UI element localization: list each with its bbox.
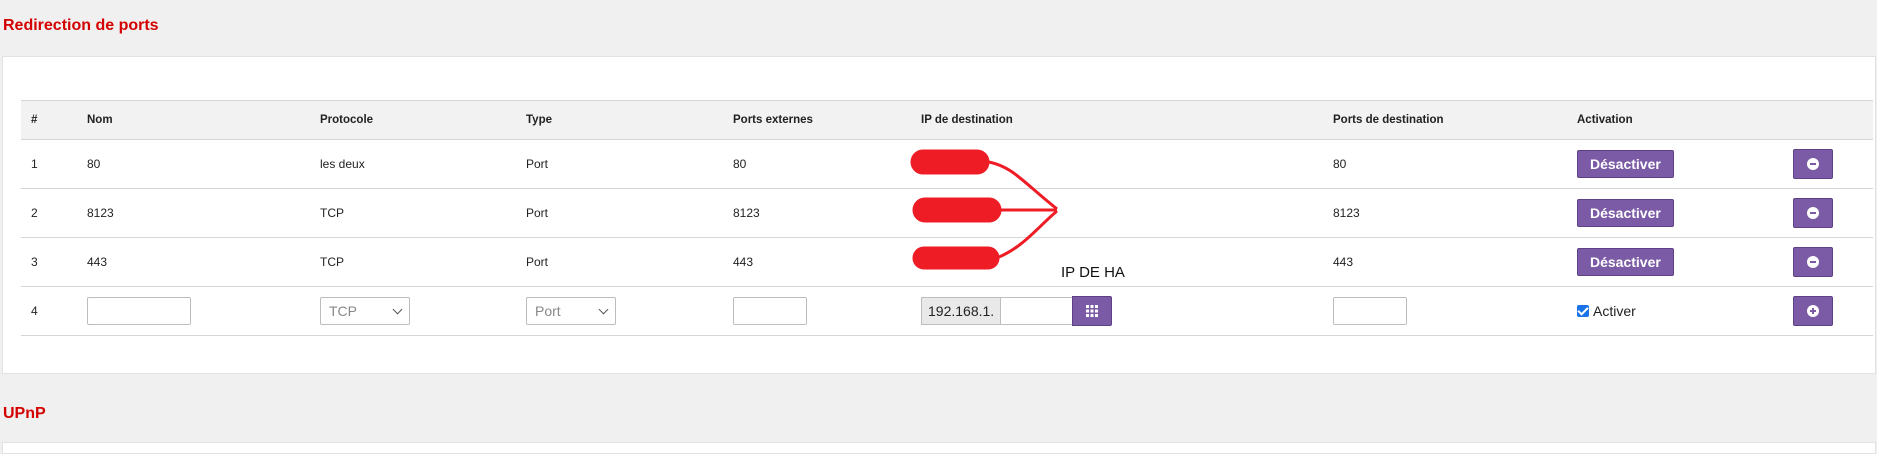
- external-ports-input[interactable]: [733, 297, 807, 325]
- cell-external-ports: 443: [723, 237, 911, 287]
- cell-actions: [1783, 139, 1873, 189]
- minus-circle-icon: [1807, 256, 1819, 268]
- cell-activation: Désactiver: [1567, 188, 1783, 238]
- cell-destination-ip: 192.168.1.: [911, 286, 1323, 336]
- cell-actions: [1783, 188, 1873, 238]
- cell-activation: Désactiver: [1567, 139, 1783, 189]
- protocol-select[interactable]: TCP: [320, 297, 410, 325]
- grid-icon: [1086, 305, 1099, 317]
- cell-external-ports: [723, 286, 911, 336]
- cell-protocol: TCP: [310, 237, 516, 287]
- header-actions: [1783, 100, 1873, 140]
- add-rule-button[interactable]: [1793, 296, 1833, 326]
- header-destination-ports: Ports de destination: [1323, 100, 1567, 140]
- cell-name: 8123: [77, 188, 310, 238]
- header-destination-ip: IP de destination: [911, 100, 1323, 140]
- header-external-ports: Ports externes: [723, 100, 911, 140]
- cell-activation: Activer: [1567, 286, 1783, 336]
- remove-rule-button[interactable]: [1793, 198, 1833, 228]
- minus-circle-icon: [1807, 158, 1819, 170]
- cell-type: Port: [516, 237, 723, 287]
- header-index: #: [21, 100, 77, 140]
- cell-index: 3: [21, 237, 77, 287]
- cell-type: Port: [516, 286, 723, 336]
- cell-actions: [1783, 237, 1873, 287]
- cell-actions: [1783, 286, 1873, 336]
- deactivate-button[interactable]: Désactiver: [1577, 199, 1674, 227]
- ip-suffix-input[interactable]: [1000, 297, 1073, 325]
- table-row-new-rule: 4 TCP Port 192.168.1. Activer: [21, 286, 1873, 336]
- cell-destination-ip: [911, 188, 1323, 238]
- header-activation: Activation: [1567, 100, 1783, 140]
- activate-checkbox[interactable]: [1577, 304, 1589, 317]
- cell-index: 1: [21, 139, 77, 189]
- cell-index: 4: [21, 286, 77, 336]
- activate-checkbox-label[interactable]: Activer: [1577, 303, 1636, 319]
- cell-destination-ip: [911, 139, 1323, 189]
- cell-protocol: les deux: [310, 139, 516, 189]
- table-row: 2 8123 TCP Port 8123 8123 Désactiver: [21, 188, 1873, 238]
- destination-ip-group: 192.168.1.: [921, 296, 1113, 326]
- table-row: 1 80 les deux Port 80 80 Désactiver: [21, 139, 1873, 189]
- type-select-value: Port: [535, 303, 561, 319]
- cell-index: 2: [21, 188, 77, 238]
- cell-name: 80: [77, 139, 310, 189]
- table-row: 3 443 TCP Port 443 443 Désactiver: [21, 237, 1873, 287]
- annotation-text: IP DE HA: [1061, 264, 1125, 281]
- deactivate-button[interactable]: Désactiver: [1577, 150, 1674, 178]
- header-type: Type: [516, 100, 723, 140]
- minus-circle-icon: [1807, 207, 1819, 219]
- cell-name: 443: [77, 237, 310, 287]
- port-forwarding-panel: # Nom Protocole Type Ports externes IP d…: [2, 56, 1876, 374]
- cell-activation: Désactiver: [1567, 237, 1783, 287]
- protocol-select-value: TCP: [329, 303, 357, 319]
- name-input[interactable]: [87, 297, 191, 325]
- destination-ports-input[interactable]: [1333, 297, 1407, 325]
- section-title-upnp: UPnP: [3, 405, 46, 422]
- cell-type: Port: [516, 139, 723, 189]
- table-header-row: # Nom Protocole Type Ports externes IP d…: [21, 100, 1873, 140]
- upnp-panel: [2, 442, 1876, 454]
- cell-external-ports: 80: [723, 139, 911, 189]
- plus-circle-icon: [1807, 305, 1819, 317]
- type-select[interactable]: Port: [526, 297, 616, 325]
- section-title-port-forwarding: Redirection de ports: [3, 17, 159, 34]
- cell-type: Port: [516, 188, 723, 238]
- activate-label: Activer: [1593, 302, 1636, 319]
- cell-name: [77, 286, 310, 336]
- cell-external-ports: 8123: [723, 188, 911, 238]
- remove-rule-button[interactable]: [1793, 149, 1833, 179]
- cell-destination-ports: 80: [1323, 139, 1567, 189]
- chevron-down-icon: [598, 304, 609, 314]
- remove-rule-button[interactable]: [1793, 247, 1833, 277]
- cell-destination-ports: 443: [1323, 237, 1567, 287]
- cell-protocol: TCP: [310, 286, 516, 336]
- cell-destination-ports: [1323, 286, 1567, 336]
- chevron-down-icon: [392, 304, 403, 314]
- port-forwarding-table: # Nom Protocole Type Ports externes IP d…: [21, 100, 1873, 336]
- header-name: Nom: [77, 100, 310, 140]
- device-picker-button[interactable]: [1072, 296, 1113, 326]
- deactivate-button[interactable]: Désactiver: [1577, 248, 1674, 276]
- header-protocol: Protocole: [310, 100, 516, 140]
- cell-protocol: TCP: [310, 188, 516, 238]
- cell-destination-ports: 8123: [1323, 188, 1567, 238]
- ip-prefix: 192.168.1.: [921, 297, 1001, 325]
